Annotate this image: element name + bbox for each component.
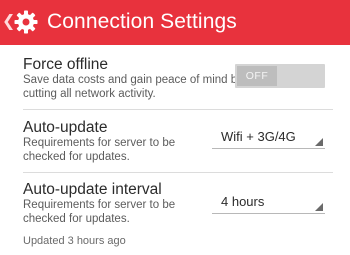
- divider: [23, 109, 333, 110]
- auto-update-interval-selected-value: 4 hours: [221, 194, 265, 209]
- dropdown-corner-icon: [315, 203, 323, 211]
- dropdown-corner-icon: [315, 138, 323, 146]
- auto-update-interval-dropdown[interactable]: 4 hours: [212, 192, 325, 214]
- force-offline-title: Force offline: [23, 56, 109, 73]
- chevron-left-icon[interactable]: ❮: [2, 12, 15, 32]
- auto-update-interval-description-line1: Requirements for server to be: [23, 199, 176, 211]
- auto-update-interval-description-line2: checked for updates.: [23, 213, 130, 225]
- auto-update-selected-value: Wifi + 3G/4G: [221, 129, 296, 144]
- force-offline-description-line1: Save data costs and gain peace of mind b…: [23, 74, 243, 86]
- last-updated-status: Updated 3 hours ago: [23, 235, 126, 247]
- auto-update-interval-title: Auto-update interval: [23, 181, 162, 198]
- force-offline-description-line2: cutting all network activity.: [23, 88, 156, 100]
- toggle-state-label: OFF: [237, 66, 277, 86]
- auto-update-description-line2: checked for updates.: [23, 151, 130, 163]
- auto-update-dropdown[interactable]: Wifi + 3G/4G: [212, 127, 325, 149]
- gear-icon[interactable]: [13, 9, 39, 35]
- page-title: Connection Settings: [47, 10, 237, 33]
- force-offline-toggle[interactable]: OFF: [235, 64, 325, 88]
- action-bar: ❮ Connection Settings: [0, 0, 350, 45]
- divider: [23, 172, 333, 173]
- auto-update-title: Auto-update: [23, 119, 108, 136]
- auto-update-description-line1: Requirements for server to be: [23, 137, 176, 149]
